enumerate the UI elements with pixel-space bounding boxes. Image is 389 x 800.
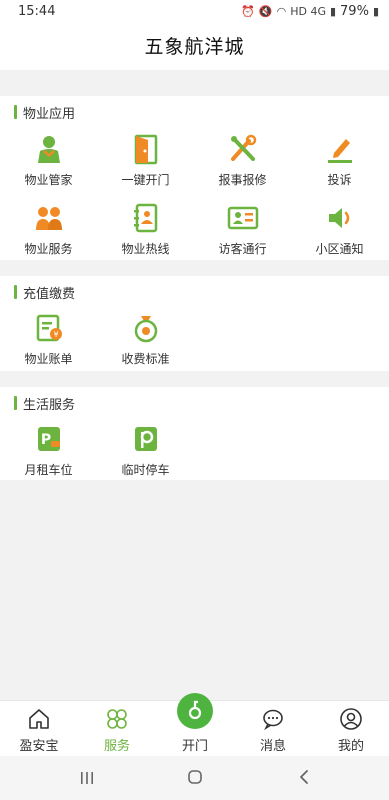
grid-item-label: 收费标准 bbox=[121, 352, 170, 366]
battery-icon: ▮ bbox=[372, 5, 379, 18]
tab-home[interactable]: 盈安宝 bbox=[0, 701, 78, 757]
section-title: 充值缴费 bbox=[14, 283, 76, 302]
grid-item-visitor[interactable]: 访客通行 bbox=[194, 202, 291, 264]
grid-item-label: 一键开门 bbox=[121, 173, 170, 187]
user-icon bbox=[339, 707, 363, 731]
home-icon bbox=[27, 707, 51, 731]
status-bar: 15:44 ⏰ 🔇 ◠ HD 4G ▮ 79% ▮ bbox=[0, 0, 389, 24]
section-life-services: 生活服务 P 月租车位 临时停车 bbox=[0, 387, 389, 480]
mute-icon: 🔇 bbox=[258, 5, 273, 18]
section-payment: 充值缴费 ¥ 物业账单 收费标准 bbox=[0, 276, 389, 371]
grid-item-label: 投诉 bbox=[327, 173, 352, 187]
tab-services[interactable]: 服务 bbox=[78, 701, 156, 757]
grid-item-repair[interactable]: 报事报修 bbox=[194, 133, 291, 195]
id-card-icon bbox=[227, 202, 259, 234]
grid-item-complaint[interactable]: 投诉 bbox=[291, 133, 388, 195]
grid-item-fee-standard[interactable]: 收费标准 bbox=[97, 312, 194, 374]
grid-item-temp-parking[interactable]: 临时停车 bbox=[97, 423, 194, 485]
grid-item-label: 报事报修 bbox=[218, 173, 267, 187]
section-title-text: 充值缴费 bbox=[23, 286, 76, 302]
grid-item-door[interactable]: 一键开门 bbox=[97, 133, 194, 195]
section-marker bbox=[14, 285, 17, 299]
bill-icon: ¥ bbox=[33, 312, 65, 344]
signal-icon: ▮ bbox=[329, 5, 337, 18]
grid-item-monthly-parking[interactable]: P 月租车位 bbox=[0, 423, 97, 485]
wifi-icon: ◠ bbox=[276, 5, 287, 18]
section-title: 生活服务 bbox=[14, 394, 76, 413]
parking-icon bbox=[130, 423, 162, 455]
grid-item-bill[interactable]: ¥ 物业账单 bbox=[0, 312, 97, 374]
pen-icon bbox=[324, 133, 356, 165]
tab-label: 服务 bbox=[103, 739, 130, 754]
open-door-button[interactable] bbox=[177, 693, 213, 729]
svg-text:P: P bbox=[41, 432, 51, 448]
page-header: 五象航洋城 bbox=[0, 24, 389, 70]
tab-label: 消息 bbox=[259, 739, 286, 754]
home-button[interactable] bbox=[187, 769, 203, 785]
tab-messages[interactable]: 消息 bbox=[234, 701, 312, 757]
speaker-icon bbox=[324, 202, 356, 234]
section-property-apps: 物业应用 物业管家 一键开门 报事报修 投诉 物业服务 物业热线 访客通行 小区… bbox=[0, 96, 389, 260]
section-marker bbox=[14, 105, 17, 119]
section-title-text: 生活服务 bbox=[23, 397, 76, 413]
grid-item-label: 物业热线 bbox=[121, 242, 170, 256]
system-nav-bar bbox=[0, 756, 389, 800]
grid-item-label: 物业管家 bbox=[24, 173, 73, 187]
status-time: 15:44 bbox=[18, 4, 56, 19]
grid-item-label: 小区通知 bbox=[315, 242, 364, 256]
section-marker bbox=[14, 396, 17, 410]
parking-car-icon: P bbox=[33, 423, 65, 455]
people-icon bbox=[33, 202, 65, 234]
grid-item-label: 物业服务 bbox=[24, 242, 73, 256]
grid-item-label: 访客通行 bbox=[218, 242, 267, 256]
phonebook-icon bbox=[130, 202, 162, 234]
svg-text:¥: ¥ bbox=[53, 330, 58, 339]
butler-icon bbox=[33, 133, 65, 165]
grid-item-notice[interactable]: 小区通知 bbox=[291, 202, 388, 264]
status-icons: ⏰ 🔇 ◠ HD 4G ▮ 79% ▮ bbox=[241, 4, 379, 19]
back-button[interactable] bbox=[296, 769, 312, 785]
grid-item-hotline[interactable]: 物业热线 bbox=[97, 202, 194, 264]
grid-item-property-service[interactable]: 物业服务 bbox=[0, 202, 97, 264]
clover-icon bbox=[105, 707, 129, 731]
key-icon bbox=[188, 700, 202, 720]
grid-item-label: 临时停车 bbox=[121, 463, 170, 477]
network-label: HD 4G bbox=[290, 5, 326, 18]
section-title: 物业应用 bbox=[14, 103, 76, 122]
chat-icon bbox=[261, 707, 285, 731]
tools-icon bbox=[227, 133, 259, 165]
section-title-text: 物业应用 bbox=[23, 106, 76, 122]
alarm-icon: ⏰ bbox=[241, 5, 255, 18]
page-title: 五象航洋城 bbox=[144, 36, 245, 58]
tab-label: 我的 bbox=[337, 739, 364, 754]
tab-label: 盈安宝 bbox=[19, 739, 59, 754]
money-bag-icon bbox=[130, 312, 162, 344]
tab-profile[interactable]: 我的 bbox=[312, 701, 389, 757]
grid-item-butler[interactable]: 物业管家 bbox=[0, 133, 97, 195]
door-icon bbox=[130, 133, 162, 165]
recent-apps-button[interactable] bbox=[79, 770, 95, 786]
tab-label: 开门 bbox=[181, 739, 208, 754]
grid-item-label: 月租车位 bbox=[24, 463, 73, 477]
grid-item-label: 物业账单 bbox=[24, 352, 73, 366]
battery-percent: 79% bbox=[340, 4, 369, 19]
